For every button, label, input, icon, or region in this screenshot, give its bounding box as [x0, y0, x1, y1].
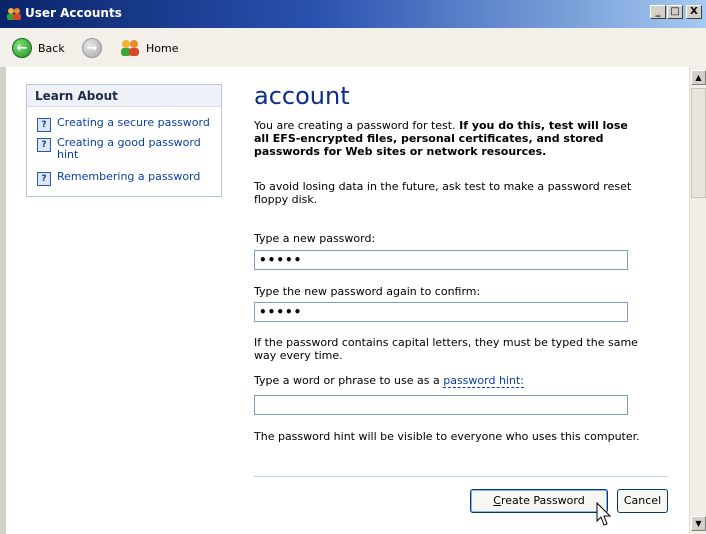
- back-arrow-icon: ←: [12, 38, 32, 58]
- navigation-bar: ← Back → Home: [0, 28, 706, 67]
- minimize-button[interactable]: _: [650, 5, 666, 19]
- back-label: Back: [38, 41, 65, 55]
- maximize-button[interactable]: □: [667, 5, 683, 19]
- vertical-scrollbar[interactable]: ▲ ▼: [689, 67, 706, 534]
- divider: [254, 476, 668, 477]
- forward-arrow-icon: →: [82, 38, 102, 58]
- create-password-button[interactable]: Create Password: [470, 489, 608, 513]
- hint-label: Type a word or phrase to use as a passwo…: [254, 374, 524, 388]
- reset-disk-tip: To avoid losing data in the future, ask …: [254, 180, 632, 206]
- warning-text: You are creating a password for test. If…: [254, 119, 644, 158]
- forward-button[interactable]: →: [82, 36, 102, 60]
- learn-item-remembering-password[interactable]: ? Remembering a password: [37, 171, 217, 186]
- new-password-input[interactable]: •••••: [254, 250, 628, 270]
- confirm-password-label: Type the new password again to confirm:: [254, 285, 481, 298]
- home-button[interactable]: Home: [120, 36, 178, 60]
- hint-visibility-note: The password hint will be visible to eve…: [254, 430, 640, 443]
- page-title: account: [254, 82, 350, 110]
- learn-about-panel: Learn About ? Creating a secure password…: [26, 84, 222, 197]
- learn-about-heading: Learn About: [27, 85, 221, 107]
- cancel-button[interactable]: Cancel: [617, 489, 668, 513]
- create-password-label: reate Password: [500, 494, 585, 507]
- new-password-label: Type a new password:: [254, 232, 376, 245]
- window-title: User Accounts: [25, 6, 122, 20]
- home-users-icon: [121, 40, 139, 56]
- learn-item-label[interactable]: Creating a secure password: [57, 117, 217, 129]
- title-bar[interactable]: User Accounts _ □ X: [0, 0, 706, 28]
- confirm-password-input[interactable]: •••••: [254, 302, 628, 322]
- password-hint-link[interactable]: password hint:: [443, 374, 524, 388]
- help-icon: ?: [37, 172, 51, 186]
- learn-item-label[interactable]: Creating a good password hint: [57, 137, 205, 161]
- hint-label-text: Type a word or phrase to use as a: [254, 374, 444, 387]
- learn-item-secure-password[interactable]: ? Creating a secure password: [37, 117, 217, 132]
- caps-note: If the password contains capital letters…: [254, 336, 638, 362]
- create-password-accelerator: C: [493, 494, 501, 507]
- window-frame: [0, 67, 6, 534]
- learn-item-label[interactable]: Remembering a password: [57, 171, 217, 183]
- scroll-down-arrow-icon[interactable]: ▼: [691, 516, 706, 531]
- learn-item-password-hint[interactable]: ? Creating a good password hint: [37, 137, 205, 161]
- home-label: Home: [146, 41, 179, 55]
- help-icon: ?: [37, 138, 51, 152]
- scrollbar-thumb[interactable]: [691, 88, 706, 198]
- mouse-cursor-icon: [596, 502, 612, 526]
- warning-intro: You are creating a password for test.: [254, 119, 460, 132]
- password-hint-input[interactable]: [254, 395, 628, 415]
- scroll-up-arrow-icon[interactable]: ▲: [691, 70, 706, 85]
- close-button[interactable]: X: [686, 5, 702, 19]
- help-icon: ?: [37, 118, 51, 132]
- user-accounts-icon: [7, 8, 21, 20]
- back-button[interactable]: ← Back: [12, 36, 65, 60]
